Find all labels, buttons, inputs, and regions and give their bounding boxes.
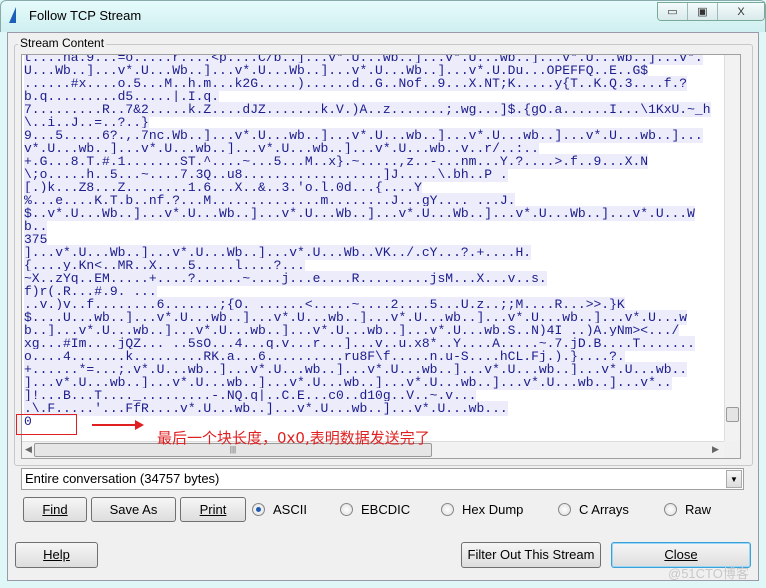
minimize-button[interactable]: ▭ <box>658 3 688 20</box>
stream-line-text: $..v*.U...Wb..]...v*.U...Wb..]...v*.U...… <box>24 206 695 221</box>
stream-content-text[interactable]: t....ha.9...=o.....r....<p....C/b..]...v… <box>21 54 741 459</box>
find-button[interactable]: Find <box>23 497 87 522</box>
radio-selected-icon[interactable] <box>252 503 265 516</box>
help-label: Help <box>43 547 70 562</box>
conversation-select[interactable]: Entire conversation (34757 bytes) ▼ <box>21 468 744 490</box>
radio-label: Raw <box>685 502 712 517</box>
print-label: Print <box>199 502 227 517</box>
group-label: Stream Content <box>18 36 107 50</box>
help-button[interactable]: Help <box>15 542 98 568</box>
radio-ebcdic[interactable]: EBCDIC <box>340 502 410 517</box>
radio-icon[interactable] <box>441 503 454 516</box>
radio-hex-dump[interactable]: Hex Dump <box>441 502 523 517</box>
save-as-button[interactable]: Save As <box>91 497 176 522</box>
radio-label: EBCDIC <box>361 502 411 517</box>
annotation-text: 最后一个块长度，0x0,表明数据发送完了 <box>157 429 430 447</box>
window-title: Follow TCP Stream <box>29 8 142 23</box>
chevron-down-icon[interactable]: ▼ <box>726 470 742 488</box>
radio-label: ASCII <box>273 502 307 517</box>
watermark: @51CTO博客 <box>668 566 749 581</box>
filter-out-stream-button[interactable]: Filter Out This Stream <box>461 542 601 568</box>
find-label: Find <box>42 502 68 517</box>
radio-ascii[interactable]: ASCII <box>252 502 307 517</box>
scroll-left-icon[interactable]: ◀ <box>25 444 32 455</box>
maximize-button[interactable]: ▣ <box>688 3 718 20</box>
stream-line: .\.F.....'...FfR....v*.U...wb..]...v*.U.… <box>24 401 726 416</box>
radio-raw[interactable]: Raw <box>664 502 711 517</box>
print-button[interactable]: Print <box>180 497 246 522</box>
vertical-scroll-thumb[interactable] <box>726 407 739 422</box>
stream-line-text: .\.F.....'...FfR....v*.U...wb..]...v*.U.… <box>24 401 508 416</box>
wireshark-fin-icon <box>9 7 16 23</box>
conversation-select-value: Entire conversation (34757 bytes) <box>25 471 220 486</box>
radio-label: C Arrays <box>579 502 629 517</box>
vertical-scrollbar[interactable] <box>724 55 740 442</box>
scroll-right-icon[interactable]: ▶ <box>712 444 719 455</box>
radio-icon[interactable] <box>558 503 571 516</box>
stream-lines: t....ha.9...=o.....r....<p....C/b..]...v… <box>24 55 726 429</box>
radio-icon[interactable] <box>664 503 677 516</box>
window-controls: ▭ ▣ X <box>657 2 765 21</box>
close-label: Close <box>664 547 698 562</box>
stream-line: $..v*.U...Wb..]...v*.U...Wb..]...v*.U...… <box>24 206 726 221</box>
stream-line: b.. <box>24 219 726 234</box>
title-bar: Follow TCP Stream ▭ ▣ X <box>0 0 766 32</box>
annotation-box <box>16 414 77 435</box>
radio-label: Hex Dump <box>462 502 524 517</box>
close-window-button[interactable]: X <box>718 3 764 20</box>
radio-icon[interactable] <box>340 503 353 516</box>
radio-c-arrays[interactable]: C Arrays <box>558 502 629 517</box>
annotation-arrow-icon <box>92 420 144 430</box>
scroll-corner <box>724 441 740 458</box>
